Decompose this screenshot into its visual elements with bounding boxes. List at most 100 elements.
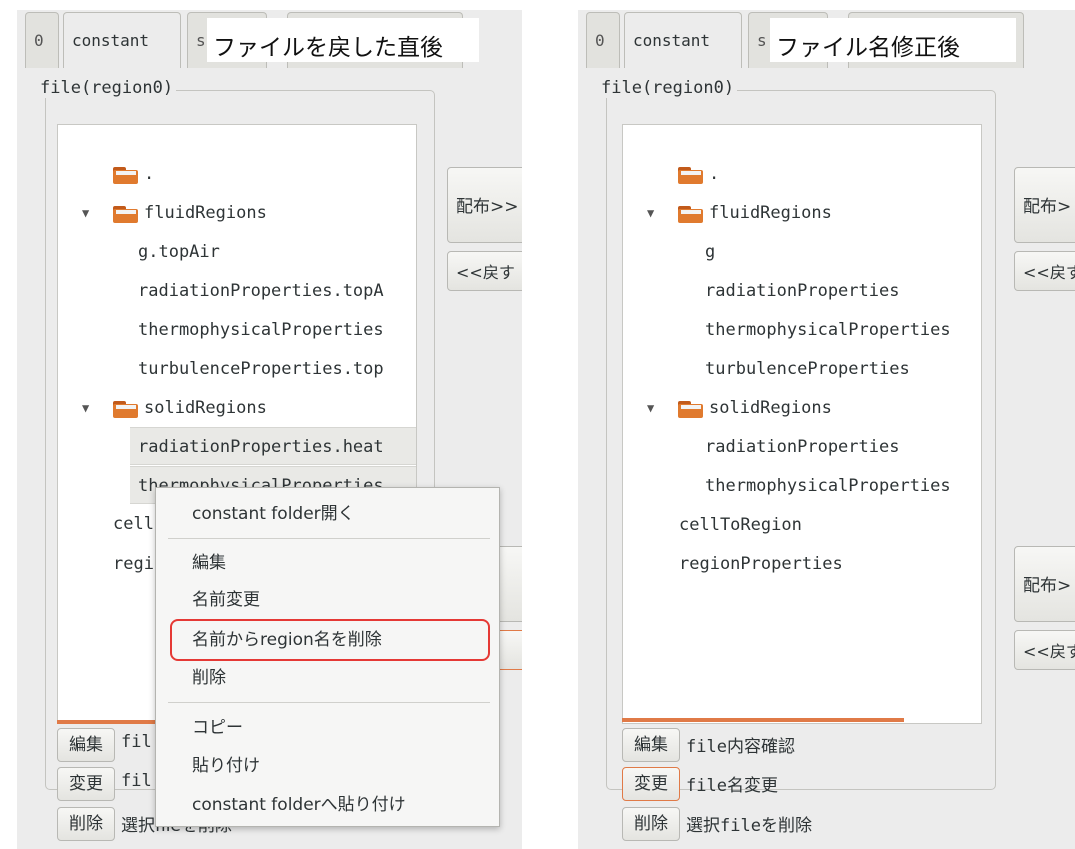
expander-icon[interactable]: ▼ [647,389,654,427]
tree-item-fluidRegions[interactable]: ▼ fluidRegions [58,194,416,232]
tab-bar: 0 constant s ファイル名修正後 [578,10,1075,68]
tree-item-label: regionProperties [679,554,843,574]
tab-label: 0 [595,31,605,50]
tree-item-file[interactable]: thermophysicalProperties [623,311,981,349]
file-tree[interactable]: . ▼ fluidRegions g radiationProperties t… [622,124,982,724]
right-panel: 0 constant s ファイル名修正後 file(region0) . ▼ … [578,10,1075,849]
tree-item-label: radiationProperties [705,437,900,457]
tree-item-label: thermophysicalProperties [138,320,384,340]
menu-item-paste[interactable]: 貼り付け [192,748,260,784]
tree-item-label: thermophysicalProperties [705,476,951,496]
menu-item-paste-to-constant[interactable]: constant folderへ貼り付け [192,787,406,823]
tree-item-label: cellToRegion [679,515,802,535]
annotation-label: ファイル名修正後 [770,18,1016,62]
button-label: <<戻す [1023,263,1075,282]
tree-item-file[interactable]: g.topAir [58,233,416,271]
tree-item-file[interactable]: cellToRegion [623,506,981,544]
tree-item-label: fluidRegions [144,203,267,223]
folder-icon [113,206,138,223]
menu-item-open-constant[interactable]: constant folder開く [192,496,355,532]
tree-item-file[interactable]: radiationProperties [623,272,981,310]
menu-item-edit[interactable]: 編集 [192,545,226,581]
annotation-label: ファイルを戻した直後 [207,18,479,62]
distribute-button[interactable]: 配布> [1014,167,1075,243]
tree-item-fluidRegions[interactable]: ▼ fluidRegions [623,194,981,232]
expander-icon[interactable]: ▼ [82,389,89,427]
menu-item-remove-region-name[interactable]: 名前からregion名を削除 [192,622,382,658]
tree-item-label: g [705,242,716,262]
tree-item-file[interactable]: g [623,233,981,271]
tree-item-label: thermophysicalProperties [705,320,951,340]
edit-label: file内容確認 [686,737,795,757]
expander-icon[interactable]: ▼ [82,194,89,232]
frame-label: file(region0) [598,78,738,98]
delete-button[interactable]: 削除 [622,807,680,841]
menu-item-rename[interactable]: 名前変更 [192,582,260,618]
folder-icon [678,206,703,223]
restore-button[interactable]: <<戻す [1014,251,1075,291]
tab-constant[interactable]: constant [624,12,742,68]
folder-icon [113,401,138,418]
tree-item-file-selected[interactable]: radiationProperties.heat [130,427,416,465]
edit-button[interactable]: 編集 [622,728,680,762]
tree-item-root[interactable]: . [623,155,981,193]
tree-item-label: turbulenceProperties [705,359,910,379]
frame-label: file(region0) [37,78,177,98]
tree-item-label: fluidRegions [709,203,832,223]
tree-item-file[interactable]: thermophysicalProperties [623,467,981,505]
menu-item-delete[interactable]: 削除 [192,660,226,696]
tree-item-label: cell [113,514,154,534]
context-menu: constant folder開く 編集 名前変更 名前からregion名を削除… [155,487,500,827]
folder-icon [678,167,703,184]
tree-item-file[interactable]: radiationProperties.topA [58,272,416,310]
rename-button[interactable]: 変更 [57,767,115,801]
edit-button[interactable]: 編集 [57,728,115,762]
distribute-button[interactable]: 配布>> [447,167,522,243]
restore-button-2[interactable]: <<戻す [1014,630,1075,670]
tab-label: 0 [34,31,44,50]
button-label: <<戻す [1023,642,1075,661]
restore-button[interactable]: <<戻す [447,251,522,291]
tree-item-file[interactable]: turbulenceProperties [623,350,981,388]
button-label: <<戻す [456,263,515,282]
tree-item-label: . [709,164,720,184]
tab-0[interactable]: 0 [586,12,620,68]
tree-item-label: turbulenceProperties.top [138,359,384,379]
button-label: 配布> [1023,197,1072,217]
tree-item-label: solidRegions [709,398,832,418]
menu-item-copy[interactable]: コピー [192,710,243,746]
button-label: 配布> [1023,576,1072,596]
tree-item-solidRegions[interactable]: ▼ solidRegions [623,389,981,427]
tab-bar: 0 constant s ファイルを戻した直後 [17,10,522,68]
scroll-indicator[interactable] [622,718,904,722]
tree-item-label: radiationProperties.topA [138,281,384,301]
button-label: 配布>> [456,197,519,217]
expander-icon[interactable]: ▼ [647,194,654,232]
delete-label: 選択fileを削除 [686,816,812,836]
tree-item-file[interactable]: radiationProperties [623,428,981,466]
menu-separator [168,702,490,703]
rename-label: fil [121,771,152,791]
tree-item-label: g.topAir [138,242,220,262]
tree-item-root[interactable]: . [58,155,416,193]
tree-item-label: solidRegions [144,398,267,418]
delete-button[interactable]: 削除 [57,807,115,841]
tree-item-label: regi [113,554,154,574]
tab-label: constant [633,31,711,50]
tree-item-file[interactable]: regionProperties [623,545,981,583]
tree-item-label: radiationProperties.heat [138,437,384,457]
distribute-button-2[interactable]: 配布> [1014,546,1075,622]
rename-button[interactable]: 変更 [622,767,680,801]
tree-item-label: radiationProperties [705,281,900,301]
menu-separator [168,538,490,539]
folder-icon [678,401,703,418]
tab-constant[interactable]: constant [63,12,181,68]
tab-label: constant [72,31,150,50]
tab-label: s [757,31,767,50]
tab-label: s [196,31,206,50]
tree-item-solidRegions[interactable]: ▼ solidRegions [58,389,416,427]
edit-label: fil [121,732,152,752]
tree-item-file[interactable]: thermophysicalProperties [58,311,416,349]
tab-0[interactable]: 0 [25,12,59,68]
tree-item-file[interactable]: turbulenceProperties.top [58,350,416,388]
